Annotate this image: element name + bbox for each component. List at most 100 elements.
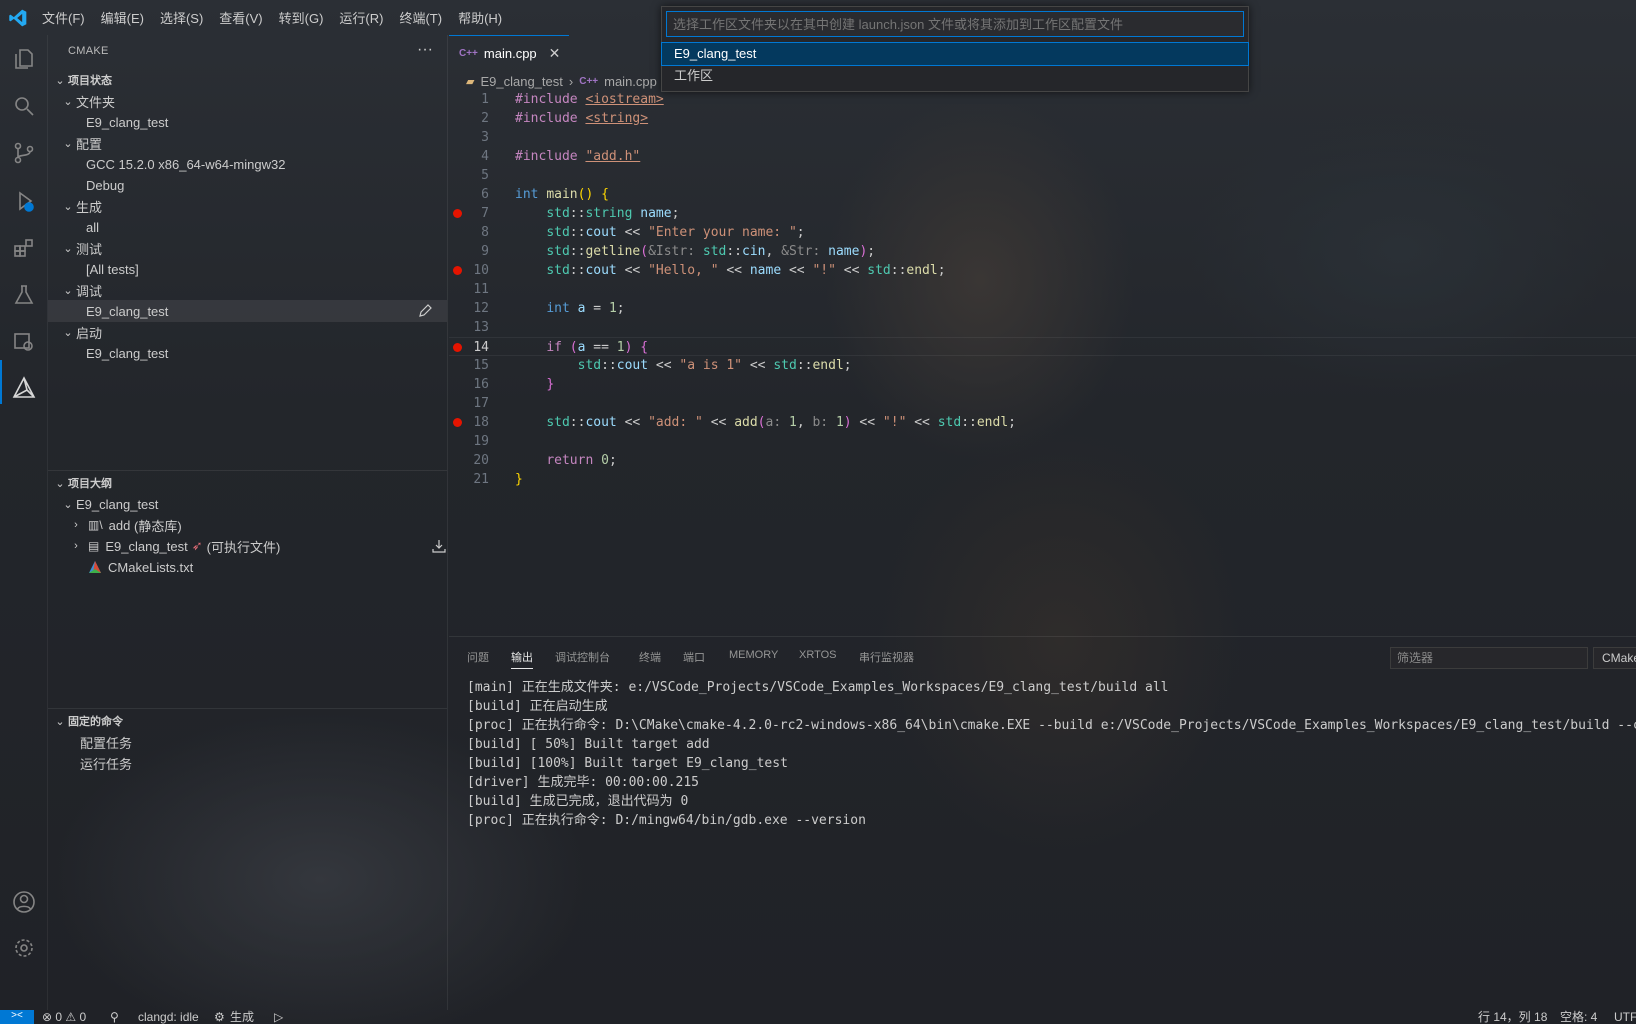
menu-run[interactable]: 运行(R) — [339, 8, 383, 27]
code-line: 15 std::cout << "a is 1" << std::endl; — [473, 358, 852, 373]
cursor-position[interactable]: 行 14，列 18 — [1478, 1010, 1547, 1024]
outline-project[interactable]: ⌄ E9_clang_test — [60, 493, 158, 515]
breadcrumb: ▰ E9_clang_test › C++ main.cpp — [466, 71, 657, 91]
cpp-file-icon: C++ — [579, 75, 599, 87]
code-line: 11 — [473, 282, 489, 297]
tab-ports[interactable]: 端口 — [683, 649, 705, 665]
remote-indicator-icon[interactable]: >< — [0, 1010, 34, 1024]
menu-edit[interactable]: 编辑(E) — [101, 8, 144, 27]
tab-output[interactable]: 输出 — [511, 649, 533, 669]
search-icon[interactable] — [8, 90, 40, 122]
chevron-right-icon: › — [568, 73, 574, 89]
tree-test-value[interactable]: [All tests] — [86, 258, 139, 280]
chevron-down-icon: ⌄ — [63, 200, 73, 213]
problems-status[interactable]: ⊗ 0 ⚠ 0 — [42, 1010, 86, 1024]
debug-status-icon[interactable]: ⚲ — [110, 1010, 119, 1024]
tree-debug[interactable]: ⌄ 调试 — [60, 279, 102, 301]
tree-config-kit[interactable]: GCC 15.2.0 x86_64-w64-mingw32 — [86, 153, 285, 175]
tab-main-cpp[interactable]: C++ main.cpp ✕ — [449, 35, 569, 70]
tab-memory[interactable]: MEMORY — [729, 649, 778, 661]
run-debug-icon[interactable] — [8, 185, 40, 217]
project-status-header[interactable]: ⌄ 项目状态 — [52, 69, 112, 91]
edit-pencil-icon[interactable] — [417, 303, 433, 319]
quick-pick-dialog: E9_clang_test 工作区 — [661, 6, 1249, 92]
menu-file[interactable]: 文件(F) — [42, 8, 85, 27]
code-line: 21} — [473, 472, 523, 487]
cmake-icon[interactable] — [8, 372, 40, 404]
settings-gear-icon[interactable] — [8, 932, 40, 964]
breadcrumb-folder[interactable]: E9_clang_test — [480, 74, 562, 89]
tree-launch[interactable]: ⌄ 启动 — [60, 321, 102, 343]
tree-test[interactable]: ⌄ 测试 — [60, 237, 102, 259]
bottom-panel: 问题 输出 调试控制台 终端 端口 MEMORY XRTOS 串行监视器 筛选器… — [449, 636, 1636, 1010]
testing-icon[interactable] — [8, 279, 40, 311]
code-line: 17 — [473, 396, 489, 411]
code-line: 13 — [473, 320, 489, 335]
outline-exe[interactable]: › ▤ E9_clang_test ➶ (可执行文件) — [68, 535, 447, 557]
code-line: 4 #include "add.h" — [481, 149, 641, 164]
tree-config[interactable]: ⌄ 配置 — [60, 132, 102, 154]
tree-launch-target[interactable]: E9_clang_test — [86, 342, 168, 364]
download-icon[interactable] — [431, 538, 447, 554]
vscode-logo-icon — [9, 9, 27, 26]
tree-build-target[interactable]: all — [86, 216, 99, 238]
chevron-down-icon: ⌄ — [63, 284, 73, 297]
build-gear-icon[interactable]: ⚙ — [214, 1010, 225, 1024]
tab-problems[interactable]: 问题 — [467, 649, 489, 665]
chevron-down-icon: ⌄ — [55, 74, 65, 87]
tree-folder-value[interactable]: E9_clang_test — [86, 111, 168, 133]
chevron-down-icon: ⌄ — [63, 242, 73, 255]
quick-pick-item-project[interactable]: E9_clang_test — [661, 42, 1249, 66]
quick-pick-item-workspace[interactable]: 工作区 — [662, 65, 1248, 87]
build-status[interactable]: 生成 — [230, 1010, 254, 1024]
rocket-icon: ➶ — [191, 538, 203, 553]
menu-selection[interactable]: 选择(S) — [160, 8, 203, 27]
tab-serial-monitor[interactable]: 串行监视器 — [859, 649, 914, 665]
output-channel-select[interactable]: CMake — [1593, 647, 1636, 669]
cmake-file-icon — [89, 561, 101, 573]
indentation[interactable]: 空格: 4 — [1560, 1010, 1597, 1024]
menu-view[interactable]: 查看(V) — [219, 8, 262, 27]
tab-debug-console[interactable]: 调试控制台 — [555, 649, 610, 665]
project-outline-header[interactable]: ⌄ 项目大纲 — [52, 472, 112, 494]
menu-terminal[interactable]: 终端(T) — [399, 8, 442, 27]
outline-lib-add[interactable]: › ▥\ add (静态库) — [68, 514, 182, 536]
tree-debug-target[interactable]: E9_clang_test — [48, 300, 447, 322]
code-line: 8 std::cout << "Enter your name: "; — [481, 225, 805, 240]
chevron-down-icon: ⌄ — [63, 326, 73, 339]
chevron-down-icon: ⌄ — [63, 498, 73, 511]
source-control-icon[interactable] — [8, 137, 40, 169]
library-icon: ▥\ — [88, 518, 103, 532]
output-line: [proc] 正在执行命令: D:\CMake\cmake-4.2.0-rc2-… — [467, 718, 1636, 733]
output-line: [build] [100%] Built target E9_clang_tes… — [467, 756, 788, 771]
tree-folder[interactable]: ⌄ 文件夹 — [60, 90, 115, 112]
remote-explorer-icon[interactable] — [8, 326, 40, 358]
code-line-current: 14 if (a == 1) { — [449, 337, 1636, 356]
tab-xrtos[interactable]: XRTOS — [799, 649, 837, 661]
encoding[interactable]: UTF — [1614, 1010, 1636, 1024]
menu-help[interactable]: 帮助(H) — [458, 8, 502, 27]
quick-pick-input[interactable] — [666, 11, 1244, 37]
breadcrumb-file[interactable]: main.cpp — [604, 74, 657, 89]
more-actions-button[interactable]: ··· — [417, 41, 433, 59]
launch-play-icon[interactable]: ▷ — [274, 1010, 283, 1024]
code-line: 9 std::getline(&Istr: std::cin, &Str: na… — [481, 244, 876, 259]
outline-cmakelists[interactable]: CMakeLists.txt — [88, 556, 193, 578]
code-line: 3 — [481, 130, 489, 145]
output-line: [driver] 生成完毕: 00:00:00.215 — [467, 775, 700, 790]
tree-build[interactable]: ⌄ 生成 — [60, 195, 102, 217]
extensions-icon[interactable] — [8, 232, 40, 264]
code-line: 20 return 0; — [473, 453, 617, 468]
code-line: 18 std::cout << "add: " << add(a: 1, b: … — [449, 413, 1636, 432]
clangd-status[interactable]: clangd: idle — [138, 1010, 199, 1024]
pinned-commands-header[interactable]: ⌄ 固定的命令 — [52, 710, 123, 732]
account-icon[interactable] — [8, 886, 40, 918]
tab-terminal[interactable]: 终端 — [639, 649, 661, 665]
tree-config-variant[interactable]: Debug — [86, 174, 124, 196]
explorer-icon[interactable] — [8, 43, 40, 75]
pinned-configure-task[interactable]: 配置任务 — [80, 731, 132, 753]
output-filter-input[interactable]: 筛选器 — [1390, 647, 1588, 669]
pinned-run-task[interactable]: 运行任务 — [80, 752, 132, 774]
menu-go[interactable]: 转到(G) — [279, 8, 324, 27]
close-icon[interactable]: ✕ — [549, 45, 561, 62]
